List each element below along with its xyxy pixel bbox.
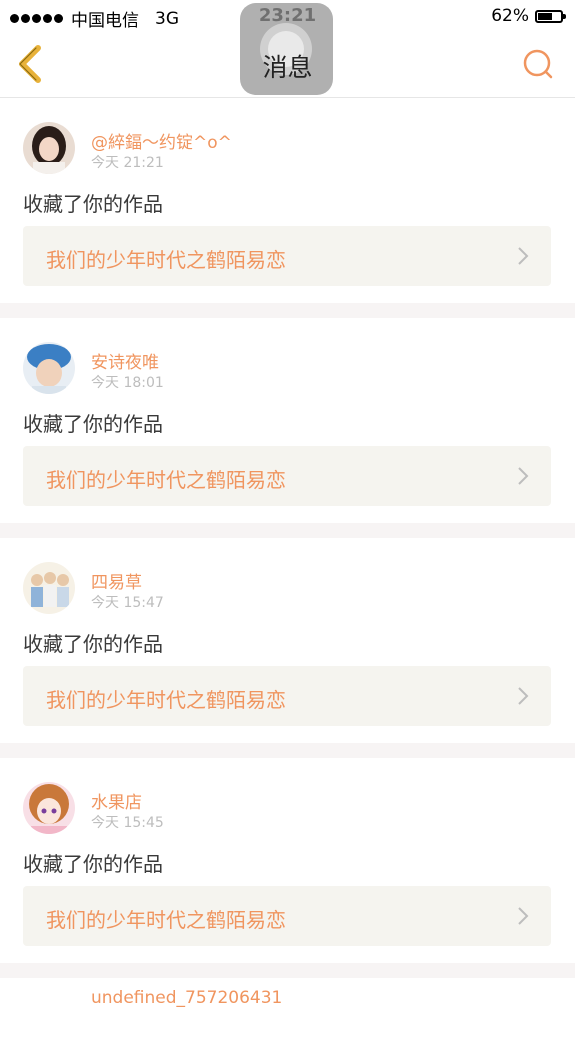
message-item[interactable]: 水果店 今天 15:45 收藏了你的作品 我们的少年时代之鹤陌易恋 <box>0 758 575 978</box>
message-text: 收藏了你的作品 <box>23 412 163 436</box>
user-name[interactable]: @綷鍢～约锭^o^ <box>91 128 232 153</box>
message-item[interactable]: undefined_757206431 <box>0 978 575 1038</box>
message-time: 今天 15:47 <box>91 595 164 611</box>
work-link[interactable]: 我们的少年时代之鹤陌易恋 <box>23 446 551 506</box>
work-title: 我们的少年时代之鹤陌易恋 <box>46 248 286 272</box>
message-item[interactable]: @綷鍢～约锭^o^ 今天 21:21 收藏了你的作品 我们的少年时代之鹤陌易恋 <box>0 98 575 318</box>
work-title: 我们的少年时代之鹤陌易恋 <box>46 908 286 932</box>
avatar[interactable] <box>23 122 75 174</box>
page-title: 消息 <box>262 53 313 82</box>
chevron-right-icon <box>518 907 529 925</box>
message-time: 今天 21:21 <box>91 155 164 171</box>
user-name[interactable]: 四易草 <box>91 568 142 593</box>
message-text: 收藏了你的作品 <box>23 192 163 216</box>
work-title: 我们的少年时代之鹤陌易恋 <box>46 468 286 492</box>
avatar[interactable] <box>23 782 75 834</box>
work-link[interactable]: 我们的少年时代之鹤陌易恋 <box>23 226 551 286</box>
work-link[interactable]: 我们的少年时代之鹤陌易恋 <box>23 886 551 946</box>
battery-percent: 62% <box>491 6 529 26</box>
message-time: 今天 18:01 <box>91 375 164 391</box>
work-title: 我们的少年时代之鹤陌易恋 <box>46 688 286 712</box>
message-item[interactable]: 四易草 今天 15:47 收藏了你的作品 我们的少年时代之鹤陌易恋 <box>0 538 575 758</box>
chevron-right-icon <box>518 687 529 705</box>
user-name[interactable]: undefined_757206431 <box>91 988 282 1008</box>
chevron-right-icon <box>518 467 529 485</box>
avatar[interactable] <box>23 562 75 614</box>
message-time: 今天 15:45 <box>91 815 164 831</box>
battery-icon <box>535 9 566 23</box>
message-list[interactable]: @綷鍢～约锭^o^ 今天 21:21 收藏了你的作品 我们的少年时代之鹤陌易恋 … <box>0 98 575 1038</box>
status-right: 62% <box>491 6 566 26</box>
chevron-right-icon <box>518 247 529 265</box>
work-link[interactable]: 我们的少年时代之鹤陌易恋 <box>23 666 551 726</box>
message-text: 收藏了你的作品 <box>23 852 163 876</box>
message-item[interactable]: 安诗夜唯 今天 18:01 收藏了你的作品 我们的少年时代之鹤陌易恋 <box>0 318 575 538</box>
user-name[interactable]: 安诗夜唯 <box>91 348 159 373</box>
user-name[interactable]: 水果店 <box>91 788 142 813</box>
message-text: 收藏了你的作品 <box>23 632 163 656</box>
avatar[interactable] <box>23 342 75 394</box>
